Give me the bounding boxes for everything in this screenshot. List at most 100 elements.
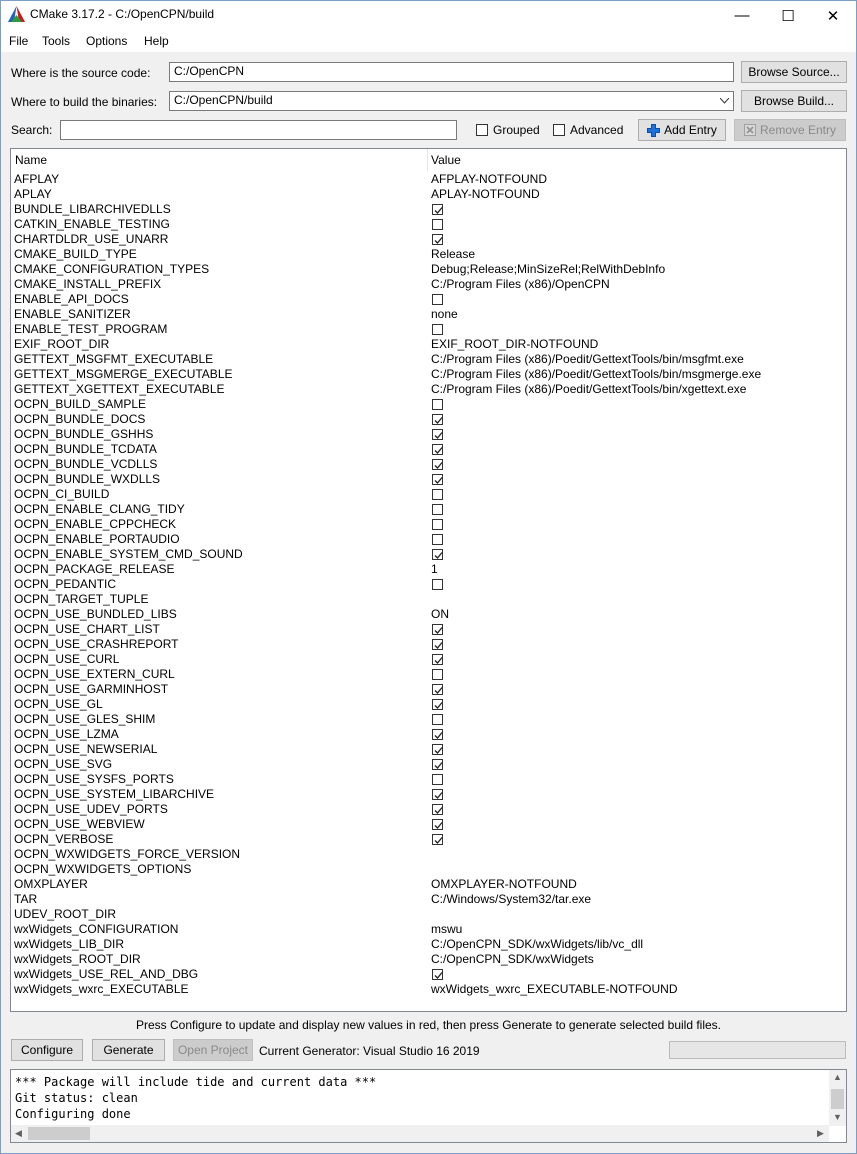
cache-entry-checkbox[interactable]	[432, 834, 443, 845]
table-row[interactable]: OCPN_CI_BUILD	[11, 487, 846, 502]
scroll-down-arrow-icon[interactable]: ▼	[833, 1112, 842, 1122]
search-input[interactable]	[60, 120, 457, 140]
table-row[interactable]: OCPN_BUILD_SAMPLE	[11, 397, 846, 412]
table-row[interactable]: OCPN_USE_GLES_SHIM	[11, 712, 846, 727]
table-row[interactable]: OCPN_BUNDLE_GSHHS	[11, 427, 846, 442]
table-row[interactable]: wxWidgets_wxrc_EXECUTABLE wxWidgets_wxrc_…	[11, 982, 846, 997]
cache-entry-checkbox[interactable]	[432, 969, 443, 980]
table-row[interactable]: OCPN_USE_NEWSERIAL	[11, 742, 846, 757]
table-row[interactable]: CMAKE_INSTALL_PREFIX C:/Program Files (x8…	[11, 277, 846, 292]
cache-entry-checkbox[interactable]	[432, 789, 443, 800]
table-row[interactable]: EXIF_ROOT_DIR EXIF_ROOT_DIR-NOTFOUND	[11, 337, 846, 352]
cache-entry-checkbox[interactable]	[432, 774, 443, 785]
cache-table[interactable]: Name Value AFPLAY AFPLAY-NOTFOUND APLAY APL…	[10, 148, 847, 1012]
scroll-left-arrow-icon[interactable]: ◀	[15, 1128, 22, 1139]
table-row[interactable]: OCPN_WXWIDGETS_OPTIONS	[11, 862, 846, 877]
cache-entry-value[interactable]: C:/OpenCPN_SDK/wxWidgets/lib/vc_dll	[431, 937, 643, 952]
browse-source-button[interactable]: Browse Source...	[741, 61, 847, 83]
output-log[interactable]: *** Package will include tide and curren…	[10, 1069, 847, 1143]
table-row[interactable]: CMAKE_CONFIGURATION_TYPES Debug;Release;M…	[11, 262, 846, 277]
cache-entry-checkbox[interactable]	[432, 324, 443, 335]
cache-entry-value[interactable]: C:/Program Files (x86)/Poedit/GettextToo…	[431, 352, 744, 367]
advanced-checkbox[interactable]	[553, 124, 565, 136]
table-row[interactable]: OCPN_TARGET_TUPLE	[11, 592, 846, 607]
table-row[interactable]: GETTEXT_XGETTEXT_EXECUTABLE C:/Program Fi…	[11, 382, 846, 397]
table-row[interactable]: APLAY APLAY-NOTFOUND	[11, 187, 846, 202]
cache-entry-checkbox[interactable]	[432, 759, 443, 770]
add-entry-button[interactable]: Add Entry	[638, 119, 726, 141]
table-row[interactable]: OCPN_USE_SYSFS_PORTS	[11, 772, 846, 787]
cache-entry-checkbox[interactable]	[432, 729, 443, 740]
cache-entry-checkbox[interactable]	[432, 234, 443, 245]
cache-entry-checkbox[interactable]	[432, 804, 443, 815]
horizontal-scrollbar[interactable]: ◀ ▶	[11, 1125, 829, 1142]
cache-entry-checkbox[interactable]	[432, 444, 443, 455]
chevron-down-icon[interactable]	[720, 98, 729, 104]
cache-entry-value[interactable]: ON	[431, 607, 449, 622]
browse-build-button[interactable]: Browse Build...	[741, 90, 847, 112]
cache-entry-checkbox[interactable]	[432, 549, 443, 560]
scroll-up-arrow-icon[interactable]: ▲	[833, 1072, 842, 1082]
table-row[interactable]: ENABLE_API_DOCS	[11, 292, 846, 307]
cache-entry-checkbox[interactable]	[432, 519, 443, 530]
cache-entry-value[interactable]: C:/Program Files (x86)/Poedit/GettextToo…	[431, 382, 746, 397]
table-row[interactable]: OCPN_USE_CRASHREPORT	[11, 637, 846, 652]
table-row[interactable]: OCPN_USE_WEBVIEW	[11, 817, 846, 832]
grouped-checkbox[interactable]	[476, 124, 488, 136]
cache-entry-checkbox[interactable]	[432, 459, 443, 470]
cache-entry-checkbox[interactable]	[432, 699, 443, 710]
cache-entry-value[interactable]: wxWidgets_wxrc_EXECUTABLE-NOTFOUND	[431, 982, 677, 997]
table-row[interactable]: OCPN_USE_BUNDLED_LIBS ON	[11, 607, 846, 622]
table-row[interactable]: OCPN_PEDANTIC	[11, 577, 846, 592]
cache-entry-checkbox[interactable]	[432, 744, 443, 755]
table-row[interactable]: OCPN_USE_EXTERN_CURL	[11, 667, 846, 682]
cache-entry-value[interactable]: none	[431, 307, 458, 322]
cache-entry-checkbox[interactable]	[432, 399, 443, 410]
cache-entry-checkbox[interactable]	[432, 684, 443, 695]
table-row[interactable]: OCPN_PACKAGE_RELEASE 1	[11, 562, 846, 577]
cache-entry-value[interactable]: mswu	[431, 922, 462, 937]
table-row[interactable]: OCPN_ENABLE_CPPCHECK	[11, 517, 846, 532]
cache-entry-checkbox[interactable]	[432, 489, 443, 500]
column-header-value[interactable]: Value	[431, 153, 461, 167]
remove-entry-button[interactable]: Remove Entry	[734, 119, 846, 141]
cache-entry-checkbox[interactable]	[432, 504, 443, 515]
cache-entry-value[interactable]: C:/Program Files (x86)/Poedit/GettextToo…	[431, 367, 761, 382]
open-project-button[interactable]: Open Project	[173, 1039, 253, 1061]
table-row[interactable]: TAR C:/Windows/System32/tar.exe	[11, 892, 846, 907]
cache-entry-value[interactable]: AFPLAY-NOTFOUND	[431, 172, 547, 187]
menu-options[interactable]: Options	[86, 34, 127, 48]
maximize-button[interactable]: ☐	[765, 1, 811, 30]
horizontal-scroll-thumb[interactable]	[28, 1127, 90, 1140]
table-row[interactable]: UDEV_ROOT_DIR	[11, 907, 846, 922]
table-row[interactable]: OCPN_ENABLE_PORTAUDIO	[11, 532, 846, 547]
table-row[interactable]: OCPN_USE_GL	[11, 697, 846, 712]
table-row[interactable]: CATKIN_ENABLE_TESTING	[11, 217, 846, 232]
source-path-input[interactable]: C:/OpenCPN	[169, 62, 734, 82]
cache-entry-value[interactable]: C:/Program Files (x86)/OpenCPN	[431, 277, 610, 292]
table-row[interactable]: OCPN_USE_GARMINHOST	[11, 682, 846, 697]
cache-entry-checkbox[interactable]	[432, 669, 443, 680]
table-row[interactable]: ENABLE_TEST_PROGRAM	[11, 322, 846, 337]
table-row[interactable]: OCPN_USE_CURL	[11, 652, 846, 667]
table-row[interactable]: wxWidgets_LIB_DIR C:/OpenCPN_SDK/wxWidget…	[11, 937, 846, 952]
cache-entry-checkbox[interactable]	[432, 534, 443, 545]
generate-button[interactable]: Generate	[92, 1039, 165, 1061]
cache-entry-checkbox[interactable]	[432, 639, 443, 650]
table-row[interactable]: ENABLE_SANITIZER none	[11, 307, 846, 322]
vertical-scroll-thumb[interactable]	[831, 1089, 844, 1109]
minimize-button[interactable]: —	[719, 1, 765, 30]
configure-button[interactable]: Configure	[11, 1039, 83, 1061]
column-divider[interactable]	[427, 149, 428, 171]
table-row[interactable]: wxWidgets_ROOT_DIR C:/OpenCPN_SDK/wxWidge…	[11, 952, 846, 967]
table-row[interactable]: OCPN_BUNDLE_DOCS	[11, 412, 846, 427]
close-button[interactable]: ✕	[810, 1, 856, 30]
cache-entry-checkbox[interactable]	[432, 714, 443, 725]
table-row[interactable]: OCPN_BUNDLE_VCDLLS	[11, 457, 846, 472]
table-row[interactable]: AFPLAY AFPLAY-NOTFOUND	[11, 172, 846, 187]
cache-entry-value[interactable]: Release	[431, 247, 475, 262]
cache-entry-checkbox[interactable]	[432, 219, 443, 230]
table-row[interactable]: OCPN_BUNDLE_TCDATA	[11, 442, 846, 457]
table-row[interactable]: OCPN_USE_LZMA	[11, 727, 846, 742]
cache-entry-checkbox[interactable]	[432, 654, 443, 665]
